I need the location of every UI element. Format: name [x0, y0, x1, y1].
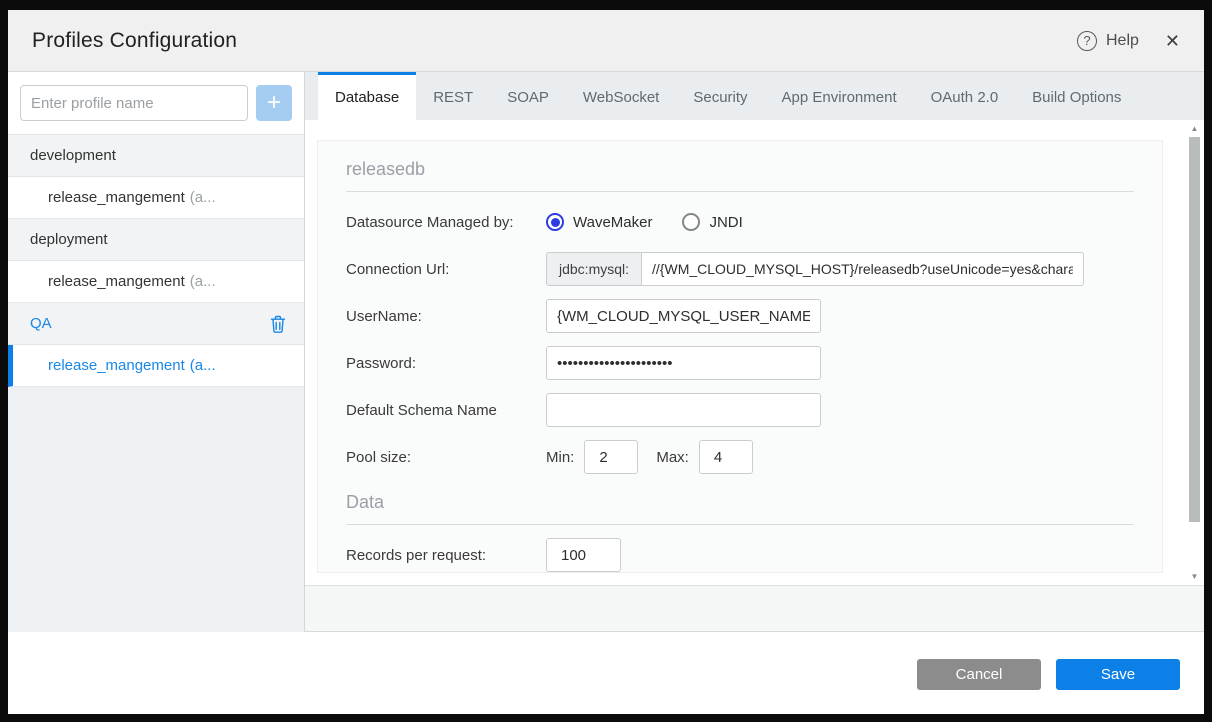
dialog-footer: Cancel Save	[8, 632, 1204, 714]
tab-label: OAuth 2.0	[930, 89, 999, 106]
tab-label: Build Options	[1032, 89, 1122, 106]
radio-dot	[550, 217, 560, 227]
records-per-request-label: Records per request:	[346, 546, 487, 564]
profile-group-label: QA	[30, 315, 52, 332]
scroll-down-icon[interactable]: ▼	[1187, 572, 1202, 581]
trash-icon	[270, 315, 286, 333]
page-title: Profiles Configuration	[32, 28, 238, 52]
tab-bar: Database REST SOAP WebSocket Security Ap…	[305, 72, 1204, 120]
add-profile-row: +	[8, 72, 304, 135]
help-label: Help	[1106, 31, 1139, 49]
service-label-suffix: (a...	[189, 357, 216, 374]
help-icon: ?	[1077, 30, 1097, 51]
radio-wavemaker[interactable]: WaveMaker	[546, 213, 652, 231]
tab-label: Database	[335, 89, 400, 106]
tab-label: REST	[433, 89, 474, 106]
db-section-title: releasedb	[346, 159, 426, 179]
divider	[346, 524, 1134, 525]
pool-max-input[interactable]	[698, 440, 753, 474]
username-label: UserName:	[346, 307, 422, 325]
pool-size-row: Pool size: Min: Max:	[346, 440, 1134, 474]
help-button[interactable]: ? Help	[1077, 30, 1139, 51]
radio-wavemaker-label: WaveMaker	[573, 213, 653, 231]
tab-soap[interactable]: SOAP	[490, 72, 566, 120]
scroll-up-icon[interactable]: ▲	[1187, 124, 1202, 133]
panel-bottom-strip	[305, 585, 1204, 632]
profile-detail-panel: Database REST SOAP WebSocket Security Ap…	[305, 72, 1204, 632]
sidebar-item-deployment-release-mangement[interactable]: release_mangement (a...	[8, 261, 304, 303]
plus-icon: +	[266, 89, 281, 116]
tab-label: Security	[693, 89, 748, 106]
service-label-suffix: (a...	[189, 273, 216, 290]
screen-background: Profiles Configuration ? Help ✕ +	[0, 0, 1212, 722]
datasource-row: Datasource Managed by: WaveMaker JNDI	[346, 205, 1134, 239]
service-label: release_mangement	[48, 357, 185, 374]
sidebar-item-development-release-mangement[interactable]: release_mangement (a...	[8, 177, 304, 219]
close-icon[interactable]: ✕	[1165, 32, 1180, 50]
service-label-suffix: (a...	[189, 189, 216, 206]
dialog-body: + development release_mangement (a... de…	[8, 72, 1204, 632]
sidebar-item-qa-release-mangement[interactable]: release_mangement (a...	[8, 345, 304, 387]
pool-min-input[interactable]	[584, 440, 639, 474]
radio-checked-icon	[546, 213, 564, 231]
scrollbar-thumb[interactable]	[1189, 137, 1200, 522]
radio-jndi[interactable]: JNDI	[682, 213, 743, 231]
dialog-header: Profiles Configuration ? Help ✕	[8, 10, 1204, 72]
divider	[346, 191, 1134, 192]
data-section-title: Data	[346, 492, 385, 512]
records-per-request-row: Records per request:	[346, 538, 1134, 572]
sidebar-item-deployment[interactable]: deployment	[8, 219, 304, 261]
tab-content-database: releasedb Datasource Managed by: WaveMak…	[305, 120, 1204, 585]
header-actions: ? Help ✕	[1077, 30, 1180, 51]
service-label: release_mangement	[48, 189, 185, 206]
radio-dot	[687, 218, 696, 227]
radio-jndi-label: JNDI	[709, 213, 743, 231]
connection-url-group: jdbc:mysql:	[546, 252, 1085, 286]
connection-url-prefix: jdbc:mysql:	[546, 252, 642, 286]
datasource-label: Datasource Managed by:	[346, 213, 514, 231]
schema-input[interactable]	[546, 393, 821, 427]
username-row: UserName:	[346, 299, 1134, 333]
sidebar-item-development[interactable]: development	[8, 135, 304, 177]
add-profile-button[interactable]: +	[256, 85, 292, 121]
username-input[interactable]	[546, 299, 821, 333]
tab-label: SOAP	[507, 89, 549, 106]
schema-label: Default Schema Name	[346, 401, 497, 419]
schema-row: Default Schema Name	[346, 393, 1134, 427]
connection-url-label: Connection Url:	[346, 260, 450, 278]
connection-url-input[interactable]	[641, 252, 1085, 286]
save-button[interactable]: Save	[1056, 659, 1180, 690]
tab-label: App Environment	[781, 89, 897, 106]
password-input[interactable]	[546, 346, 821, 380]
profile-name-input[interactable]	[20, 85, 248, 121]
database-config-card: releasedb Datasource Managed by: WaveMak…	[317, 140, 1163, 573]
connection-url-row: Connection Url: jdbc:mysql:	[346, 252, 1134, 286]
sidebar-item-qa[interactable]: QA	[8, 303, 304, 345]
delete-profile-button[interactable]	[270, 315, 286, 333]
tab-app-environment[interactable]: App Environment	[765, 72, 914, 120]
radio-unchecked-icon	[682, 213, 701, 231]
tab-security[interactable]: Security	[676, 72, 764, 120]
tab-websocket[interactable]: WebSocket	[566, 72, 676, 120]
cancel-button[interactable]: Cancel	[917, 659, 1041, 690]
profiles-configuration-dialog: Profiles Configuration ? Help ✕ +	[8, 10, 1204, 714]
profiles-sidebar: + development release_mangement (a... de…	[8, 72, 305, 632]
records-per-request-input[interactable]	[546, 538, 621, 572]
service-label: release_mangement	[48, 273, 185, 290]
password-row: Password:	[346, 346, 1134, 380]
pool-size-label: Pool size:	[346, 448, 412, 466]
pool-max-label: Max:	[656, 448, 689, 466]
tab-build-options[interactable]: Build Options	[1015, 72, 1138, 120]
tab-oauth-2-0[interactable]: OAuth 2.0	[914, 72, 1016, 120]
profile-group-label: deployment	[30, 231, 108, 248]
password-label: Password:	[346, 354, 417, 372]
tab-rest[interactable]: REST	[416, 72, 490, 120]
vertical-scrollbar[interactable]: ▲ ▼	[1187, 122, 1202, 583]
pool-min-label: Min:	[546, 448, 575, 466]
tab-database[interactable]: Database	[318, 72, 417, 120]
profile-group-label: development	[30, 147, 116, 164]
tab-label: WebSocket	[582, 89, 660, 106]
